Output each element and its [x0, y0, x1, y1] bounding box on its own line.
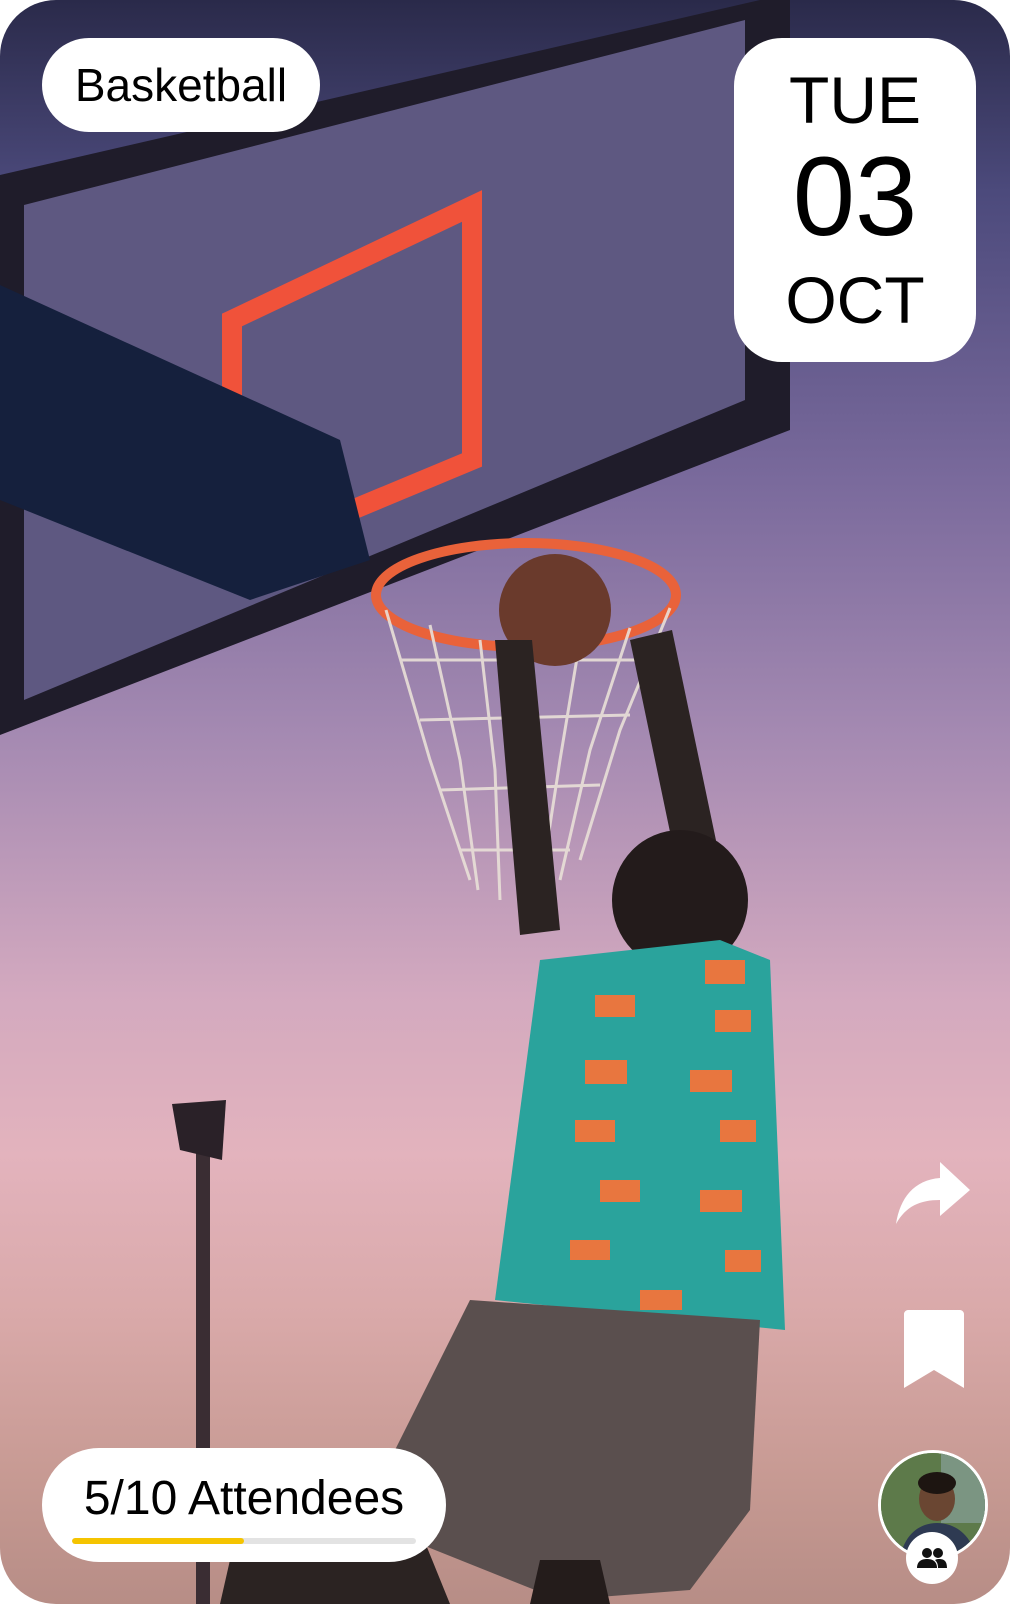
sport-label: Basketball: [74, 59, 288, 111]
date-weekday: TUE: [789, 63, 921, 137]
attendees-progress-fill: [72, 1537, 244, 1544]
share-arrow-icon[interactable]: [894, 1158, 972, 1226]
attendees-pill[interactable]: 5/10 Attendees: [42, 1448, 446, 1562]
date-day: 03: [792, 134, 918, 259]
date-month: OCT: [785, 263, 925, 337]
event-card[interactable]: Basketball TUE 03 OCT 5/10 Attendees: [0, 0, 1010, 1604]
attendees-label: 5/10 Attendees: [83, 1471, 405, 1525]
group-badge: [906, 1532, 958, 1584]
sport-tag: Basketball: [42, 38, 320, 132]
group-icon: [917, 1548, 947, 1568]
bookmark-icon[interactable]: [904, 1310, 964, 1388]
event-date: TUE 03 OCT: [734, 38, 976, 362]
attendees-progress-bar: [72, 1537, 416, 1544]
